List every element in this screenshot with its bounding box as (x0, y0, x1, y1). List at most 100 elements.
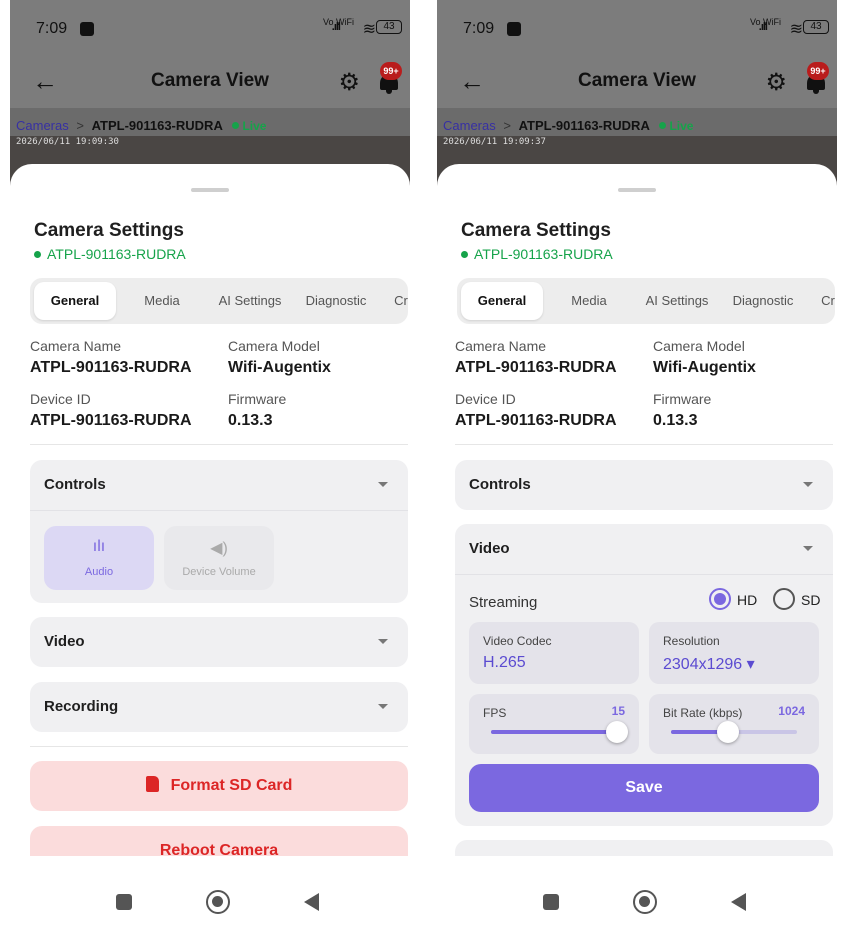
tab-diagnostic[interactable]: Diagnostic (296, 282, 376, 320)
status-time: 7:09 (463, 20, 495, 37)
camera-model-value: Wifi-Augentix (653, 359, 756, 376)
app-bar: ← Camera View ⚙ 99+ (10, 58, 410, 108)
streaming-label: Streaming (469, 594, 538, 611)
vowifi-label: Vo WiFi (322, 17, 354, 27)
bitrate-slider-card: Bit Rate (kbps) 1024 (649, 694, 819, 754)
breadcrumb-camera: ATPL-901163-RUDRA (91, 118, 223, 133)
phone-screen-video: 7:09 .ıll Vo WiFi ≋ 43 ← Camera View ⚙ 9… (437, 0, 837, 926)
sheet-camera-status: ATPL-901163-RUDRA (34, 246, 186, 262)
fps-label: FPS (483, 706, 507, 720)
device-volume-button[interactable]: ◀) Device Volume (164, 526, 274, 590)
sheet-title: Camera Settings (461, 220, 611, 241)
breadcrumb-camera: ATPL-901163-RUDRA (518, 118, 650, 133)
speaker-icon: ◀) (210, 540, 228, 557)
sheet-drag-handle[interactable] (191, 188, 229, 192)
audio-wave-icon: ılı (92, 538, 106, 555)
save-button[interactable]: Save (469, 764, 819, 812)
firmware-value: 0.13.3 (653, 412, 698, 429)
resolution-value: 2304x1296 ▾ (663, 656, 755, 673)
tab-general[interactable]: General (34, 282, 116, 320)
audio-label: Audio (84, 566, 114, 578)
video-accordion-header[interactable]: Video (455, 524, 833, 574)
controls-accordion-header[interactable]: Controls (30, 460, 408, 510)
vowifi-label: Vo WiFi (749, 17, 781, 27)
home-icon[interactable] (206, 890, 230, 914)
wifi-icon: ≋ (362, 21, 376, 38)
bell-icon[interactable]: 99+ (378, 62, 402, 94)
battery-icon: 43 (376, 20, 402, 34)
back-triangle-icon[interactable] (731, 893, 746, 911)
format-sd-card-button[interactable]: Format SD Card (30, 761, 408, 811)
settings-tabs: General Media AI Settings Diagnostic Cr (457, 278, 835, 324)
breadcrumb-cameras-link[interactable]: Cameras (16, 118, 69, 133)
audio-button[interactable]: ılı Audio (44, 526, 154, 590)
sd-card-icon (145, 776, 159, 792)
video-timestamp: 2026/06/11 19:09:30 (16, 137, 119, 147)
video-title: Video (469, 540, 510, 557)
breadcrumb: Cameras > ATPL-901163-RUDRA Live (16, 118, 266, 133)
device-id-label: Device ID (455, 391, 516, 407)
device-id-value: ATPL-901163-RUDRA (30, 412, 192, 429)
sd-radio[interactable] (773, 588, 795, 610)
tab-media[interactable]: Media (551, 282, 627, 320)
tab-general[interactable]: General (461, 282, 543, 320)
notification-icon (80, 22, 94, 36)
camera-name-label: Camera Name (30, 338, 122, 354)
resolution-dropdown[interactable]: Resolution 2304x1296 ▾ (649, 622, 819, 684)
hd-label: HD (737, 592, 758, 608)
reboot-camera-button[interactable]: Reboot Camera (30, 826, 408, 856)
divider (30, 746, 408, 747)
bitrate-slider[interactable] (671, 721, 797, 743)
bitrate-slider-thumb[interactable] (716, 721, 739, 743)
tab-cr[interactable]: Cr (813, 282, 835, 320)
sheet-title: Camera Settings (34, 220, 184, 241)
notification-icon (507, 22, 521, 36)
recents-icon[interactable] (116, 894, 132, 910)
fps-value: 15 (611, 704, 625, 718)
system-nav-bar (10, 856, 410, 926)
tab-diagnostic[interactable]: Diagnostic (723, 282, 803, 320)
fps-slider-thumb[interactable] (606, 721, 628, 743)
recents-icon[interactable] (543, 894, 559, 910)
firmware-label: Firmware (653, 391, 712, 407)
device-volume-label: Device Volume (182, 566, 256, 578)
live-dot-icon (659, 122, 667, 129)
home-icon[interactable] (633, 890, 657, 914)
video-accordion[interactable]: Video (30, 617, 408, 667)
camera-model-label: Camera Model (228, 338, 320, 354)
fps-slider[interactable] (491, 721, 628, 743)
hd-radio[interactable] (709, 588, 731, 610)
video-codec-field: Video Codec H.265 (469, 622, 639, 684)
bell-icon[interactable]: 99+ (805, 62, 829, 94)
camera-name-value: ATPL-901163-RUDRA (455, 359, 617, 376)
video-timestamp: 2026/06/11 19:09:37 (443, 137, 546, 147)
recording-title: Recording (44, 698, 119, 715)
video-title: Video (44, 633, 85, 650)
controls-accordion[interactable]: Controls (455, 460, 833, 510)
live-status: Live (232, 119, 266, 133)
controls-title: Controls (469, 476, 531, 493)
status-bar: 7:09 .ıll Vo WiFi ≋ 43 (10, 0, 410, 58)
tab-ai-settings[interactable]: AI Settings (635, 282, 719, 320)
live-status: Live (659, 119, 693, 133)
tab-cr[interactable]: Cr (386, 282, 408, 320)
sheet-camera-status: ATPL-901163-RUDRA (461, 246, 613, 262)
tab-media[interactable]: Media (124, 282, 200, 320)
breadcrumb-cameras-link[interactable]: Cameras (443, 118, 496, 133)
recording-accordion[interactable]: Recording (30, 682, 408, 732)
status-time: 7:09 (36, 20, 68, 37)
firmware-label: Firmware (228, 391, 287, 407)
camera-name-label: Camera Name (455, 338, 547, 354)
chevron-down-icon (378, 639, 388, 644)
breadcrumb-separator: > (76, 118, 84, 133)
breadcrumb: Cameras > ATPL-901163-RUDRA Live (443, 118, 693, 133)
settings-bottom-sheet: Camera Settings ATPL-901163-RUDRA Genera… (10, 164, 410, 856)
recording-accordion-peek[interactable] (455, 840, 833, 856)
gear-icon[interactable]: ⚙ (338, 68, 360, 97)
gear-icon[interactable]: ⚙ (765, 68, 787, 97)
app-bar: ← Camera View ⚙ 99+ (437, 58, 837, 108)
tab-ai-settings[interactable]: AI Settings (208, 282, 292, 320)
back-triangle-icon[interactable] (304, 893, 319, 911)
live-dot-icon (232, 122, 240, 129)
sheet-drag-handle[interactable] (618, 188, 656, 192)
